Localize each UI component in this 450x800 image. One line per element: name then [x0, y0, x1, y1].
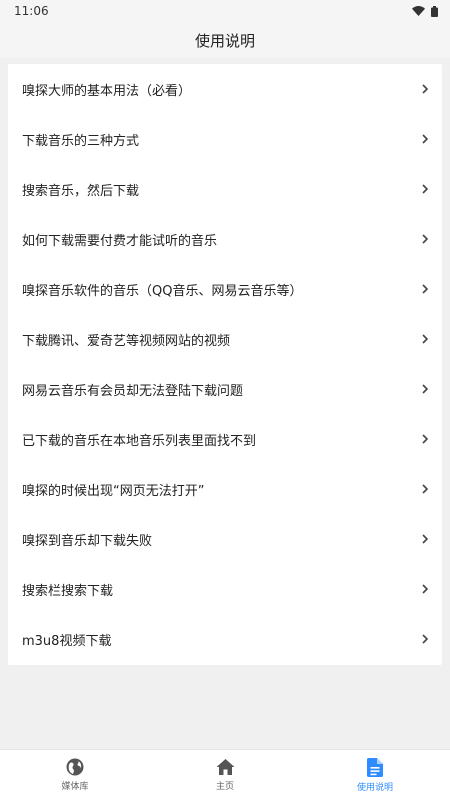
- wifi-icon: [412, 6, 425, 16]
- status-icons: [412, 5, 438, 17]
- home-icon: [216, 758, 235, 776]
- list-item-label: 搜索栏搜索下载: [22, 583, 114, 599]
- list-item[interactable]: 已下载的音乐在本地音乐列表里面找不到: [8, 414, 442, 464]
- chevron-right-icon: [421, 183, 429, 195]
- list-item[interactable]: m3u8视频下载: [8, 614, 442, 664]
- list-item[interactable]: 如何下载需要付费才能试听的音乐: [8, 214, 442, 264]
- battery-icon: [431, 5, 438, 17]
- chevron-right-icon: [421, 333, 429, 345]
- list-item-label: 嗅探音乐软件的音乐（QQ音乐、网易云音乐等）: [22, 283, 303, 299]
- nav-label: 媒体库: [61, 782, 89, 792]
- app-header: 使用说明: [0, 22, 450, 58]
- list-item-label: 嗅探到音乐却下载失败: [22, 533, 153, 549]
- bottom-nav: 媒体库 主页 使用说明: [0, 749, 450, 800]
- list-item[interactable]: 搜索栏搜索下载: [8, 564, 442, 614]
- list-item[interactable]: 下载音乐的三种方式: [8, 114, 442, 164]
- chevron-right-icon: [421, 633, 429, 645]
- list-item[interactable]: 嗅探到音乐却下载失败: [8, 514, 442, 564]
- nav-tab-home[interactable]: 主页: [150, 750, 300, 800]
- chevron-right-icon: [421, 283, 429, 295]
- chevron-right-icon: [421, 233, 429, 245]
- chevron-right-icon: [421, 483, 429, 495]
- list-item[interactable]: 嗅探音乐软件的音乐（QQ音乐、网易云音乐等）: [8, 264, 442, 314]
- chevron-right-icon: [421, 433, 429, 445]
- globe-icon: [66, 758, 84, 776]
- nav-tab-instructions[interactable]: 使用说明: [300, 750, 450, 800]
- list-item-label: 嗅探大师的基本用法（必看）: [22, 83, 192, 99]
- status-bar: 11:06: [0, 0, 450, 22]
- status-time: 11:06: [14, 4, 49, 18]
- list-item-label: 已下载的音乐在本地音乐列表里面找不到: [22, 433, 257, 449]
- chevron-right-icon: [421, 533, 429, 545]
- help-topic-list: 嗅探大师的基本用法（必看） 下载音乐的三种方式 搜索音乐，然后下载 如何下载需要…: [8, 64, 442, 665]
- chevron-right-icon: [421, 383, 429, 395]
- list-item-label: m3u8视频下载: [22, 633, 112, 649]
- list-item[interactable]: 嗅探大师的基本用法（必看）: [8, 64, 442, 114]
- list-item[interactable]: 网易云音乐有会员却无法登陆下载问题: [8, 364, 442, 414]
- chevron-right-icon: [421, 133, 429, 145]
- list-item[interactable]: 搜索音乐，然后下载: [8, 164, 442, 214]
- list-item-label: 网易云音乐有会员却无法登陆下载问题: [22, 383, 244, 399]
- list-item[interactable]: 嗅探的时候出现“网页无法打开”: [8, 464, 442, 514]
- chevron-right-icon: [421, 83, 429, 95]
- list-item-label: 下载音乐的三种方式: [22, 133, 140, 149]
- list-item-label: 下载腾讯、爱奇艺等视频网站的视频: [22, 333, 231, 349]
- nav-label: 使用说明: [356, 782, 393, 793]
- chevron-right-icon: [421, 583, 429, 595]
- document-icon: [367, 757, 383, 777]
- list-item[interactable]: 下载腾讯、爱奇艺等视频网站的视频: [8, 314, 442, 364]
- nav-tab-media-library[interactable]: 媒体库: [0, 750, 150, 800]
- nav-label: 主页: [215, 782, 234, 792]
- page-title: 使用说明: [194, 31, 255, 50]
- list-item-label: 嗅探的时候出现“网页无法打开”: [22, 483, 205, 499]
- list-item-label: 如何下载需要付费才能试听的音乐: [22, 233, 218, 249]
- list-item-label: 搜索音乐，然后下载: [22, 183, 140, 199]
